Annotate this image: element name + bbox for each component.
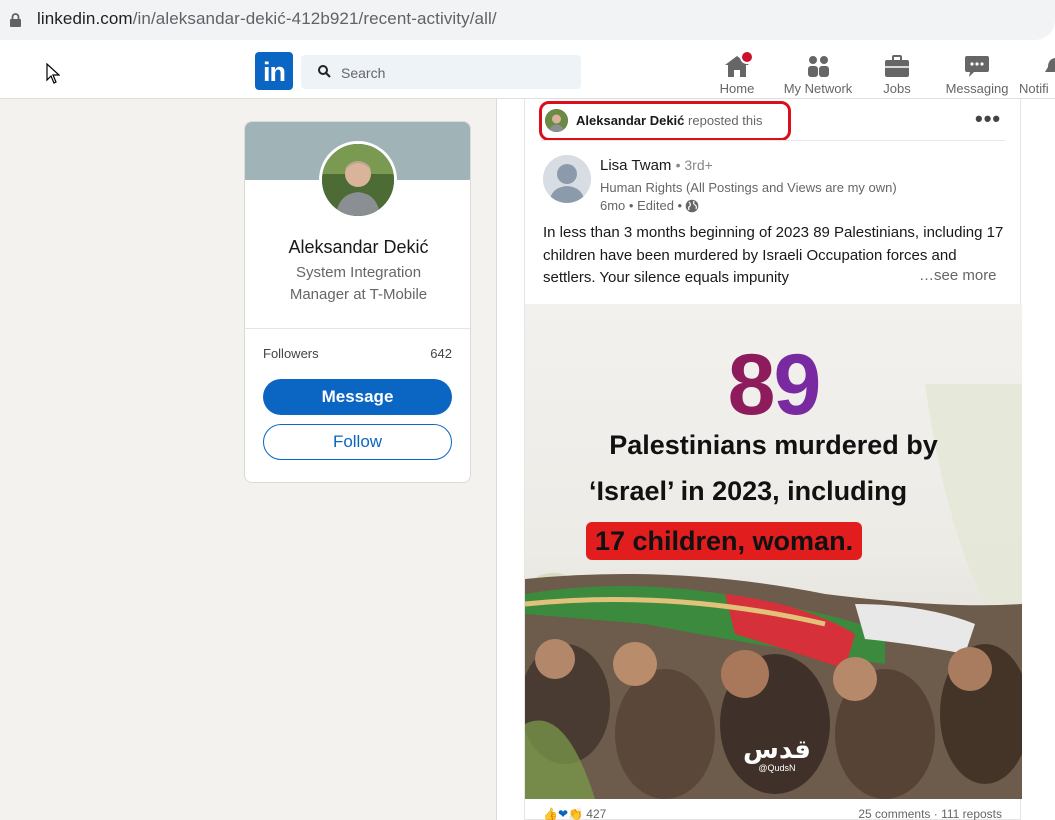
bell-icon <box>1045 58 1055 72</box>
image-headline-line3: 17 children, woman. <box>586 522 863 560</box>
logo-handle: @QudsN <box>758 763 796 773</box>
nav-jobs-label: Jobs <box>883 81 911 96</box>
post-card: Aleksandar Dekić reposted this ••• Lisa … <box>524 99 1022 820</box>
url-bar[interactable]: linkedin.com/in/aleksandar-dekić-412b921… <box>0 0 1055 40</box>
post-meta: 6mo • Edited • <box>600 198 699 213</box>
author-avatar[interactable] <box>543 155 591 203</box>
nav-jobs[interactable]: Jobs <box>876 48 918 96</box>
profile-name[interactable]: Aleksandar Dekić <box>245 237 470 258</box>
image-headline-number: 89 <box>727 337 822 433</box>
more-options-icon[interactable]: ••• <box>975 108 1001 130</box>
search-input[interactable]: Search <box>301 55 581 89</box>
reaction-icons: 👍❤👏 <box>543 807 583 820</box>
nav-home-label: Home <box>719 81 755 96</box>
nav-notifications-label: Notifi <box>1019 81 1049 96</box>
browser-address-bar: linkedin.com/in/aleksandar-dekić-412b921… <box>0 0 1055 44</box>
mouse-cursor-icon <box>46 63 60 84</box>
post-time: 6mo • Edited • <box>600 198 683 213</box>
global-nav: in Search Home My Network Jobs Messaging… <box>0 44 1055 99</box>
followers-count: 642 <box>430 346 452 361</box>
divider <box>541 140 1005 141</box>
qudsn-logo: قدس @QudsN <box>743 734 811 773</box>
search-icon <box>318 65 331 78</box>
followers-label: Followers <box>263 346 319 361</box>
logo-text: قدس <box>743 734 811 764</box>
divider <box>245 328 470 329</box>
profile-avatar[interactable] <box>319 141 397 219</box>
connection-degree: • 3rd+ <box>675 157 713 173</box>
search-placeholder: Search <box>341 65 386 81</box>
author-name[interactable]: Lisa Twam <box>600 157 671 174</box>
globe-icon <box>685 199 699 212</box>
repost-line: Aleksandar Dekić reposted this <box>576 113 762 128</box>
nav-my-network[interactable]: My Network <box>779 48 857 96</box>
nav-messaging-label: Messaging <box>945 81 1009 96</box>
repost-action: reposted this <box>688 113 763 128</box>
reactions-number: 427 <box>586 807 607 820</box>
reposter-avatar[interactable] <box>545 109 568 132</box>
author-name-line: Lisa Twam • 3rd+ <box>600 157 713 174</box>
linkedin-logo[interactable]: in <box>255 52 293 90</box>
nav-messaging[interactable]: Messaging <box>943 48 1011 96</box>
follow-button[interactable]: Follow <box>263 424 452 460</box>
lock-icon <box>10 13 21 27</box>
image-headline-line1: Palestinians murdered by <box>609 430 938 460</box>
nav-home[interactable]: Home <box>713 48 761 96</box>
image-headline-line2: ‘Israel’ in 2023, including <box>589 476 908 506</box>
chat-icon <box>965 56 989 77</box>
profile-card: Aleksandar Dekić System Integration Mana… <box>244 121 471 483</box>
profile-photo <box>322 144 394 216</box>
activity-feed: Aleksandar Dekić reposted this ••• Lisa … <box>496 99 1055 820</box>
author-headline: Human Rights (All Postings and Views are… <box>600 180 897 195</box>
nav-my-network-label: My Network <box>783 81 853 96</box>
url-text[interactable]: linkedin.com/in/aleksandar-dekić-412b921… <box>37 9 497 29</box>
profile-headline: System Integration Manager at T-Mobile <box>289 264 428 303</box>
nav-notifications[interactable]: Notifi <box>1019 48 1055 96</box>
see-more-link[interactable]: …see more <box>917 267 997 284</box>
post-image[interactable]: 89 Palestinians murdered by ‘Israel’ in … <box>525 304 1022 799</box>
reposter-name[interactable]: Aleksandar Dekić <box>576 113 684 128</box>
notification-badge <box>740 50 754 64</box>
reactions-count[interactable]: 👍❤👏 427 <box>543 807 606 820</box>
post-stats[interactable]: 25 comments · 111 reposts <box>858 807 1002 820</box>
network-icon <box>808 56 829 77</box>
message-button[interactable]: Message <box>263 379 452 415</box>
briefcase-icon <box>885 55 909 77</box>
